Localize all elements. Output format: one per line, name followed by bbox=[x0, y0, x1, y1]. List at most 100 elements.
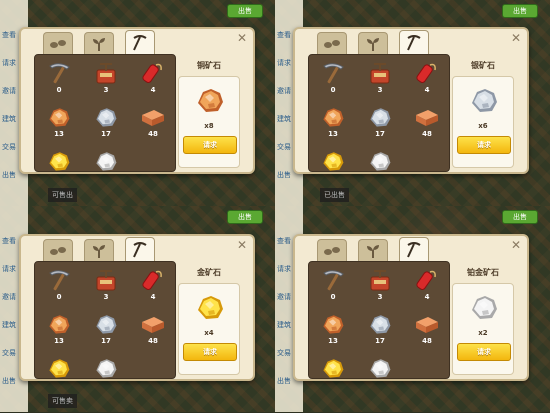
item-count: 48 bbox=[148, 337, 158, 345]
close-icon[interactable]: ✕ bbox=[511, 31, 521, 45]
inventory-item-pickaxe[interactable]: 0 bbox=[310, 61, 356, 99]
inventory-item-silver-ore[interactable]: 17 bbox=[83, 312, 129, 350]
inventory-item-silver-ore[interactable]: 17 bbox=[357, 105, 403, 143]
item-count: 0 bbox=[56, 86, 62, 94]
tab-footprints[interactable] bbox=[43, 239, 73, 262]
inventory-item-brick[interactable]: 48 bbox=[130, 105, 175, 143]
sidebar-label: 邀请 bbox=[277, 87, 291, 95]
item-count: 17 bbox=[101, 130, 111, 138]
silver-ore-icon bbox=[93, 312, 119, 336]
pickaxe-icon bbox=[131, 241, 149, 259]
inventory-item-gold-ore[interactable] bbox=[310, 149, 356, 171]
inventory-item-copper-ore[interactable]: 13 bbox=[310, 105, 356, 143]
inventory-item-silver-ore[interactable]: 17 bbox=[83, 105, 129, 143]
inventory-item-gold-ore[interactable] bbox=[36, 149, 82, 171]
inventory-item-pickaxe[interactable]: 0 bbox=[310, 268, 356, 306]
inventory-item-dynamite[interactable]: 4 bbox=[130, 61, 175, 99]
item-count: 48 bbox=[148, 130, 158, 138]
request-button[interactable]: 请求 bbox=[457, 343, 511, 361]
close-icon[interactable]: ✕ bbox=[511, 238, 521, 252]
sidebar-label: 邀请 bbox=[277, 293, 291, 301]
tab-sprout[interactable] bbox=[358, 32, 388, 55]
inventory-item-dynamite[interactable]: 4 bbox=[404, 61, 449, 99]
copper-ore-icon bbox=[320, 105, 346, 129]
inventory-item-detonator[interactable]: 3 bbox=[357, 268, 403, 306]
ore-title: 铜矿石 bbox=[197, 61, 221, 70]
tab-sprout[interactable] bbox=[84, 239, 114, 262]
sidebar-label: 邀请 bbox=[2, 87, 16, 95]
inventory-item-platinum-ore[interactable] bbox=[83, 356, 129, 378]
sidebar-label: 查看 bbox=[277, 237, 291, 245]
item-count: 0 bbox=[330, 293, 336, 301]
platinum-ore-icon bbox=[367, 356, 393, 378]
pickaxe-icon bbox=[320, 61, 346, 85]
ore-quantity: x4 bbox=[204, 329, 214, 337]
inventory-item-detonator[interactable]: 3 bbox=[83, 61, 129, 99]
background-badge[interactable]: 出售 bbox=[502, 4, 538, 18]
inventory-item-dynamite[interactable]: 4 bbox=[130, 268, 175, 306]
ore-quantity: x6 bbox=[478, 122, 488, 130]
close-icon[interactable]: ✕ bbox=[237, 238, 247, 252]
background-badge[interactable]: 出售 bbox=[227, 4, 263, 18]
inventory-item-platinum-ore[interactable] bbox=[357, 149, 403, 171]
gold-ore-icon bbox=[320, 356, 346, 378]
inventory-item-silver-ore[interactable]: 17 bbox=[357, 312, 403, 350]
background-badge[interactable]: 出售 bbox=[502, 210, 538, 224]
tab-pickaxe[interactable] bbox=[399, 30, 429, 55]
sidebar-label: 建筑 bbox=[2, 115, 16, 123]
ore-title: 银矿石 bbox=[471, 61, 495, 70]
tab-pickaxe[interactable] bbox=[399, 237, 429, 262]
item-count: 3 bbox=[103, 86, 109, 94]
gold-ore-icon bbox=[46, 356, 72, 378]
request-button[interactable]: 请求 bbox=[183, 343, 237, 361]
inventory-item-gold-ore[interactable] bbox=[310, 356, 356, 378]
inventory-item-brick[interactable]: 48 bbox=[404, 105, 449, 143]
inventory-item-pickaxe[interactable]: 0 bbox=[36, 268, 82, 306]
inventory-item-detonator[interactable]: 3 bbox=[83, 268, 129, 306]
item-count: 3 bbox=[103, 293, 109, 301]
ore-title: 铂金矿石 bbox=[467, 268, 499, 277]
tab-sprout[interactable] bbox=[358, 239, 388, 262]
item-count: 48 bbox=[422, 130, 432, 138]
sidebar-label: 请求 bbox=[277, 265, 291, 273]
inventory-item-gold-ore[interactable] bbox=[36, 356, 82, 378]
footprints-icon bbox=[323, 37, 341, 51]
request-button[interactable]: 请求 bbox=[457, 136, 511, 154]
ore-request-panel: ✕ 0 3 4 13 17 48 bbox=[19, 234, 255, 381]
sidebar-label: 请求 bbox=[2, 265, 16, 273]
inventory-item-platinum-ore[interactable] bbox=[357, 356, 403, 378]
pickaxe-icon bbox=[320, 268, 346, 292]
inventory-item-copper-ore[interactable]: 13 bbox=[36, 105, 82, 143]
inventory-item-platinum-ore[interactable] bbox=[83, 149, 129, 171]
inventory-item-copper-ore[interactable]: 13 bbox=[36, 312, 82, 350]
detonator-icon bbox=[93, 268, 119, 292]
sidebar-label: 交易 bbox=[277, 349, 291, 357]
item-count: 17 bbox=[101, 337, 111, 345]
gold-ore-icon bbox=[320, 149, 346, 171]
tab-pickaxe[interactable] bbox=[125, 30, 155, 55]
inventory-item-brick[interactable]: 48 bbox=[404, 312, 449, 350]
inventory-item-copper-ore[interactable]: 13 bbox=[310, 312, 356, 350]
inventory-item-brick[interactable]: 48 bbox=[130, 312, 175, 350]
close-icon[interactable]: ✕ bbox=[237, 31, 247, 45]
tab-sprout[interactable] bbox=[84, 32, 114, 55]
tab-pickaxe[interactable] bbox=[125, 237, 155, 262]
inventory-item-detonator[interactable]: 3 bbox=[357, 61, 403, 99]
dynamite-icon bbox=[140, 268, 166, 292]
sidebar-label: 请求 bbox=[277, 59, 291, 67]
footprints-icon bbox=[323, 244, 341, 258]
sprout-icon bbox=[365, 36, 381, 52]
tab-footprints[interactable] bbox=[317, 32, 347, 55]
dynamite-icon bbox=[414, 61, 440, 85]
item-count: 3 bbox=[377, 293, 383, 301]
item-count: 17 bbox=[375, 337, 385, 345]
inventory-item-pickaxe[interactable]: 0 bbox=[36, 61, 82, 99]
ore-detail: 金矿石 x4 请求 bbox=[174, 261, 244, 379]
background-badge[interactable]: 出售 bbox=[227, 210, 263, 224]
inventory-item-dynamite[interactable]: 4 bbox=[404, 268, 449, 306]
sidebar-label: 出售 bbox=[277, 171, 291, 179]
tab-footprints[interactable] bbox=[317, 239, 347, 262]
sidebar-label: 交易 bbox=[2, 349, 16, 357]
tab-footprints[interactable] bbox=[43, 32, 73, 55]
request-button[interactable]: 请求 bbox=[183, 136, 237, 154]
